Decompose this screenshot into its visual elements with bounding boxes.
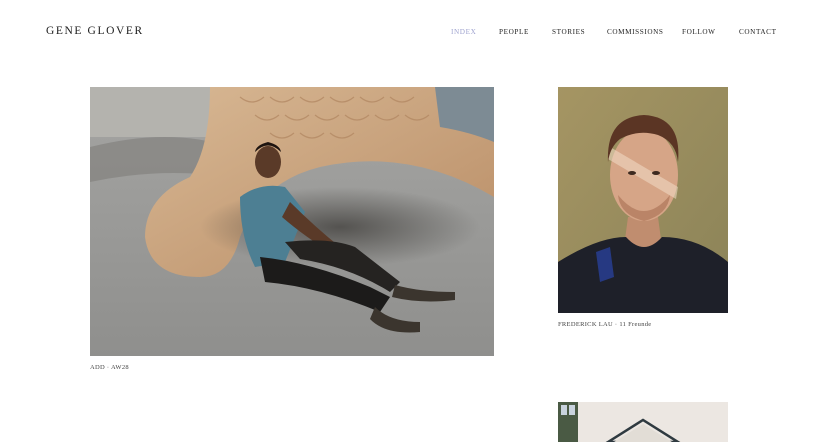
nav-link-people[interactable]: PEOPLE (499, 28, 529, 36)
house-illustration (558, 402, 728, 442)
photo-caption: FREDERICK LAU · 11 Freunde (558, 321, 652, 328)
main-nav: INDEX PEOPLE STORIES COMMISSIONS FOLLOW … (0, 28, 819, 40)
site-header: GENE GLOVER INDEX PEOPLE STORIES COMMISS… (0, 0, 819, 66)
nav-link-stories[interactable]: STORIES (552, 28, 585, 36)
gallery-photo-house[interactable] (558, 402, 728, 442)
nav-link-index[interactable]: INDEX (451, 28, 476, 36)
nav-link-commissions[interactable]: COMMISSIONS (607, 28, 664, 36)
gallery-photo-portrait[interactable] (558, 87, 728, 313)
portrait-illustration (558, 87, 728, 313)
seated-man-illustration (90, 87, 494, 356)
photo-caption: ADD · AW28 (90, 364, 129, 371)
nav-link-contact[interactable]: CONTACT (739, 28, 777, 36)
nav-link-follow[interactable]: FOLLOW (682, 28, 716, 36)
gallery-photo-seated-man[interactable] (90, 87, 494, 356)
